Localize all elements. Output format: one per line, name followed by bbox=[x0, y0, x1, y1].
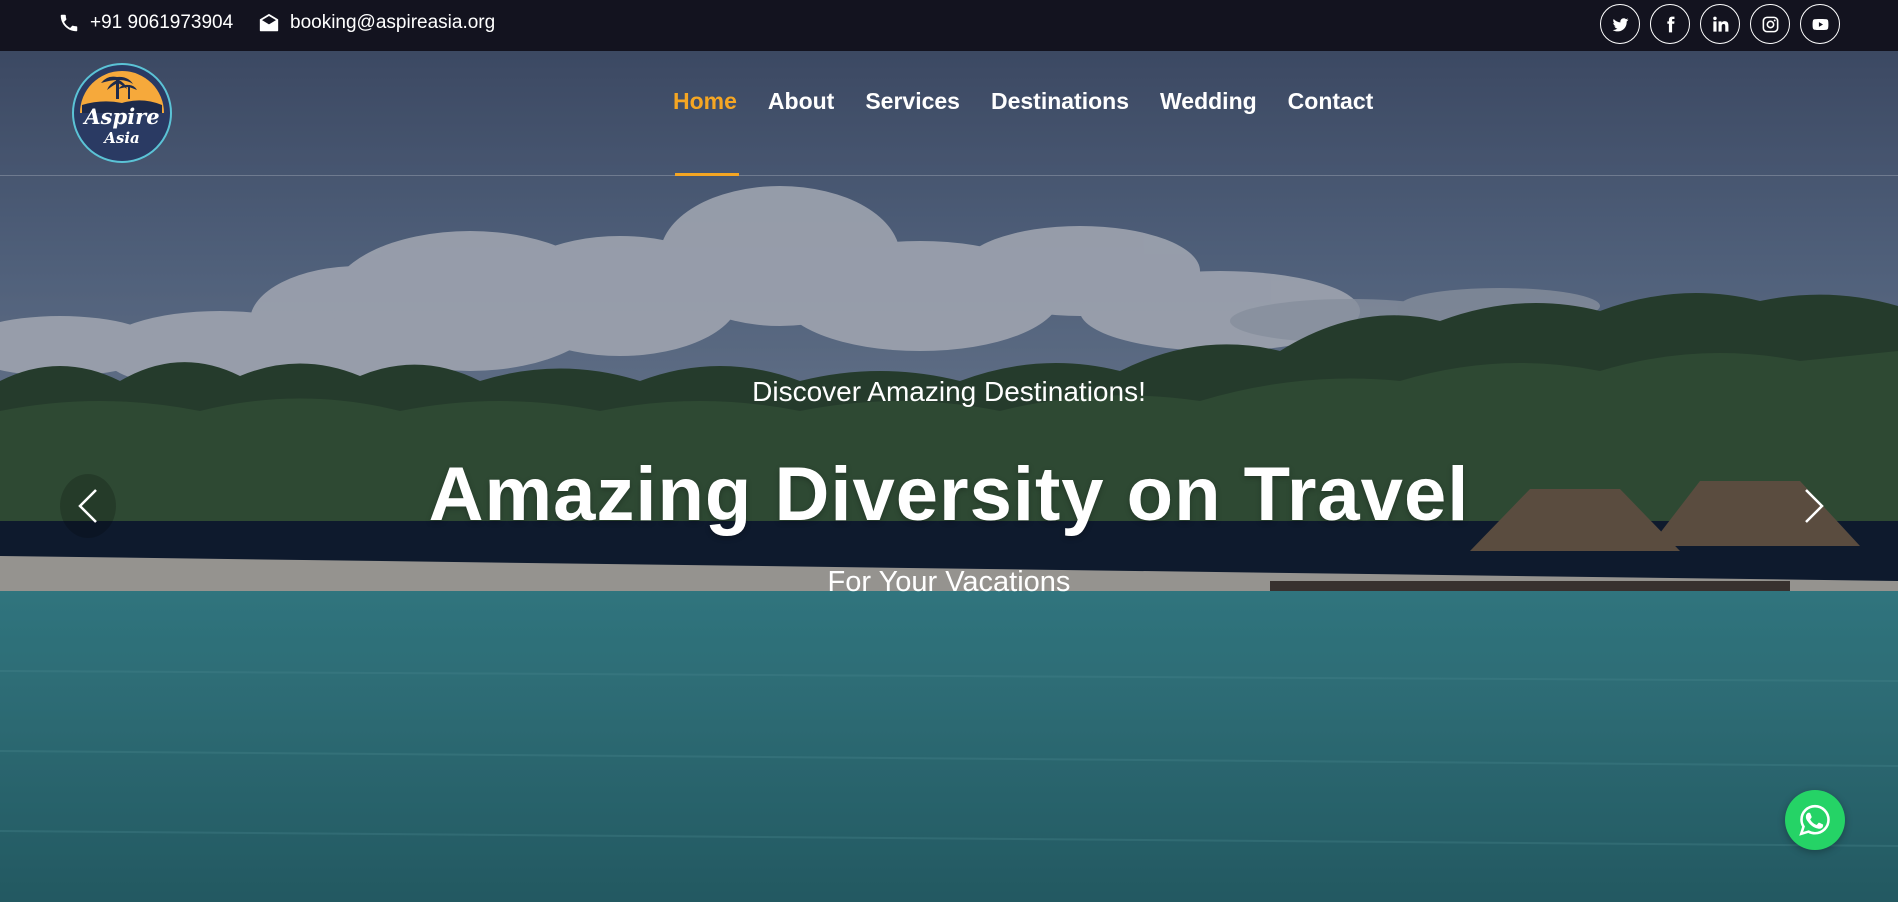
email-address: booking@aspireasia.org bbox=[290, 11, 496, 33]
hero-tagline: Discover Amazing Destinations! bbox=[752, 376, 1146, 407]
linkedin-link[interactable] bbox=[1700, 4, 1740, 44]
chevron-left-icon bbox=[78, 489, 97, 523]
twitter-link[interactable] bbox=[1600, 4, 1640, 44]
phone-icon bbox=[60, 14, 78, 31]
youtube-icon bbox=[1812, 18, 1828, 30]
nav-item-home[interactable]: Home bbox=[673, 51, 739, 176]
hero-subline: For Your Vacations bbox=[827, 566, 1071, 598]
phone-number: +91 9061973904 bbox=[90, 11, 234, 33]
nav-item-services[interactable]: Services bbox=[865, 51, 960, 176]
slider-next-button[interactable] bbox=[1786, 474, 1842, 538]
nav-item-destinations[interactable]: Destinations bbox=[991, 51, 1129, 176]
main-navbar: Aspire Asia Home About Services Destinat… bbox=[0, 51, 1898, 176]
linkedin-icon bbox=[1712, 16, 1728, 32]
whatsapp-chat-button[interactable] bbox=[1785, 790, 1845, 850]
twitter-icon bbox=[1612, 17, 1628, 31]
hero-headline: Amazing Diversity on Travel bbox=[428, 452, 1470, 537]
nav-item-contact[interactable]: Contact bbox=[1288, 51, 1374, 176]
slider-prev-button[interactable] bbox=[60, 474, 116, 538]
top-bar: +91 9061973904 booking@aspireasia.org bbox=[0, 0, 1898, 51]
chevron-right-icon bbox=[1805, 489, 1824, 523]
envelope-open-icon bbox=[259, 13, 279, 31]
facebook-icon bbox=[1666, 16, 1674, 32]
youtube-link[interactable] bbox=[1800, 4, 1840, 44]
site-logo[interactable]: Aspire Asia bbox=[72, 63, 172, 163]
phone-contact[interactable]: +91 9061973904 bbox=[58, 0, 233, 45]
logo-text-line1: Aspire bbox=[82, 104, 159, 129]
logo-text-line2: Asia bbox=[102, 129, 140, 147]
nav-item-about[interactable]: About bbox=[768, 51, 834, 176]
primary-nav: Home About Services Destinations Wedding… bbox=[673, 51, 1373, 176]
instagram-link[interactable] bbox=[1750, 4, 1790, 44]
whatsapp-icon bbox=[1799, 804, 1830, 836]
aspire-asia-logo: Aspire Asia bbox=[72, 63, 172, 163]
facebook-link[interactable] bbox=[1650, 4, 1690, 44]
social-links bbox=[1600, 4, 1840, 44]
nav-item-wedding[interactable]: Wedding bbox=[1160, 51, 1257, 176]
email-contact[interactable]: booking@aspireasia.org bbox=[258, 0, 495, 45]
instagram-icon bbox=[1762, 16, 1778, 32]
